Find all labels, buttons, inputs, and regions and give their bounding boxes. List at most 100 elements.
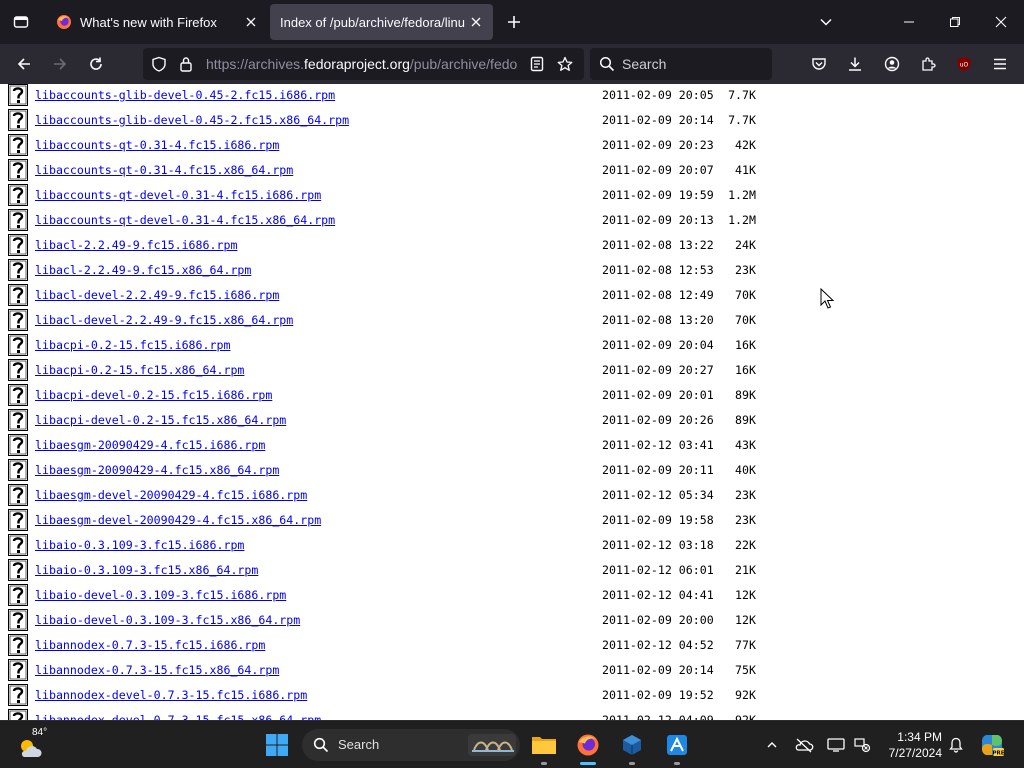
list-all-tabs-button[interactable]: [812, 0, 840, 44]
unknown-file-icon: [8, 684, 28, 706]
back-button[interactable]: [8, 48, 40, 80]
weather-widget[interactable]: 84°: [18, 727, 52, 761]
bookmark-star-button[interactable]: [555, 54, 575, 74]
file-link[interactable]: libacpi-0.2-15.fc15.x86_64.rpm: [35, 363, 244, 377]
file-link[interactable]: libaccounts-qt-0.31-4.fc15.i686.rpm: [35, 138, 279, 152]
file-link[interactable]: libannodex-0.7.3-15.fc15.x86_64.rpm: [35, 663, 279, 677]
app-menu-button[interactable]: [984, 48, 1016, 80]
firefox-view-icon: [13, 16, 29, 28]
file-link[interactable]: libaesgm-devel-20090429-4.fc15.i686.rpm: [35, 488, 307, 502]
account-button[interactable]: [876, 48, 908, 80]
file-link[interactable]: libaio-0.3.109-3.fc15.i686.rpm: [35, 538, 244, 552]
listing-row: libacl-devel-2.2.49-9.fc15.x86_64.rpm 201…: [0, 309, 1024, 334]
file-link[interactable]: libaccounts-qt-devel-0.31-4.fc15.i686.rp…: [35, 188, 321, 202]
taskbar-search[interactable]: Search: [302, 729, 520, 761]
downloads-button[interactable]: [839, 48, 871, 80]
unknown-file-icon: [8, 709, 28, 720]
app-button[interactable]: [659, 727, 695, 765]
file-link[interactable]: libaio-devel-0.3.109-3.fc15.i686.rpm: [35, 588, 286, 602]
reload-button[interactable]: [80, 48, 112, 80]
file-link[interactable]: libacpi-0.2-15.fc15.i686.rpm: [35, 338, 230, 352]
listing-row: libannodex-devel-0.7.3-15.fc15.i686.rpm 2…: [0, 684, 1024, 709]
listing-row: libaccounts-qt-devel-0.31-4.fc15.x86_64.…: [0, 209, 1024, 234]
unknown-file-icon: [8, 434, 28, 456]
firefox-taskbar-button[interactable]: [570, 727, 606, 765]
show-hidden-icons-button[interactable]: [760, 733, 784, 757]
last-modified: 2011-02-09 20:14: [602, 663, 714, 677]
file-size: 41K: [735, 163, 756, 177]
copilot-button[interactable]: PRE: [978, 731, 1006, 759]
virtualbox-button[interactable]: [614, 727, 650, 765]
file-link[interactable]: libacl-2.2.49-9.fc15.x86_64.rpm: [35, 263, 251, 277]
unknown-file-icon: [8, 459, 28, 481]
file-size: 70K: [735, 288, 756, 302]
reader-view-button[interactable]: [527, 54, 547, 74]
forward-button[interactable]: [44, 48, 76, 80]
file-size: 77K: [735, 638, 756, 652]
monitor-icon: [827, 738, 845, 752]
pocket-button[interactable]: [803, 48, 835, 80]
file-link[interactable]: libaio-devel-0.3.109-3.fc15.x86_64.rpm: [35, 613, 300, 627]
file-link[interactable]: libaesgm-devel-20090429-4.fc15.x86_64.rp…: [35, 513, 321, 527]
file-link[interactable]: libacl-2.2.49-9.fc15.i686.rpm: [35, 238, 237, 252]
file-link[interactable]: libannodex-0.7.3-15.fc15.i686.rpm: [35, 638, 265, 652]
file-link[interactable]: libacl-devel-2.2.49-9.fc15.i686.rpm: [35, 288, 279, 302]
windows-logo-icon: [266, 734, 288, 756]
unknown-file-icon: [8, 184, 28, 206]
listing-row: libaccounts-qt-devel-0.31-4.fc15.i686.rp…: [0, 184, 1024, 209]
firefox-view-button[interactable]: [0, 0, 42, 44]
taskbar: 84° Search 1:34 PM 7/27/2024 PRE: [0, 720, 1024, 768]
unknown-file-icon: [8, 159, 28, 181]
new-tab-button[interactable]: [502, 10, 526, 34]
close-tab-button[interactable]: [465, 11, 487, 33]
file-link[interactable]: libannodex-devel-0.7.3-15.fc15.x86_64.rp…: [35, 713, 321, 720]
file-size: 23K: [735, 488, 756, 502]
file-link[interactable]: libaccounts-glib-devel-0.45-2.fc15.x86_6…: [35, 113, 349, 127]
network-tray-icon[interactable]: [850, 733, 874, 757]
notifications-button[interactable]: [944, 733, 968, 757]
url-text[interactable]: https://archives.fedoraproject.org/pub/a…: [206, 48, 518, 80]
minimize-button[interactable]: [886, 0, 932, 44]
search-bar[interactable]: Search: [590, 48, 772, 80]
file-size: 16K: [735, 338, 756, 352]
close-window-button[interactable]: [978, 0, 1024, 44]
file-link[interactable]: libaccounts-glib-devel-0.45-2.fc15.i686.…: [35, 88, 335, 102]
system-clock[interactable]: 1:34 PM 7/27/2024: [878, 729, 942, 761]
listing-row: libacl-2.2.49-9.fc15.i686.rpm 2011-02-08 …: [0, 234, 1024, 259]
last-modified: 2011-02-09 20:00: [602, 613, 714, 627]
file-link[interactable]: libaesgm-20090429-4.fc15.i686.rpm: [35, 438, 265, 452]
file-link[interactable]: libaccounts-qt-0.31-4.fc15.x86_64.rpm: [35, 163, 293, 177]
file-link[interactable]: libannodex-devel-0.7.3-15.fc15.i686.rpm: [35, 688, 307, 702]
onedrive-tray-icon[interactable]: [792, 733, 816, 757]
unknown-file-icon: [8, 109, 28, 131]
running-indicator: [580, 762, 596, 765]
listing-row: libaccounts-qt-0.31-4.fc15.i686.rpm 2011-…: [0, 134, 1024, 159]
file-link[interactable]: libacpi-devel-0.2-15.fc15.x86_64.rpm: [35, 413, 286, 427]
display-tray-icon[interactable]: [824, 733, 848, 757]
file-link[interactable]: libacl-devel-2.2.49-9.fc15.x86_64.rpm: [35, 313, 293, 327]
extensions-button[interactable]: [912, 48, 944, 80]
tab-whats-new[interactable]: What's new with Firefox: [46, 4, 268, 40]
puzzle-icon: [922, 57, 936, 71]
file-link[interactable]: libaio-0.3.109-3.fc15.x86_64.rpm: [35, 563, 258, 577]
listing-row: libaesgm-devel-20090429-4.fc15.i686.rpm 2…: [0, 484, 1024, 509]
lock-icon: [180, 57, 192, 72]
file-size: 16K: [735, 363, 756, 377]
restore-button[interactable]: [932, 0, 978, 44]
address-bar[interactable]: https://archives.fedoraproject.org/pub/a…: [143, 48, 584, 80]
file-explorer-button[interactable]: [526, 727, 562, 765]
running-indicator: [541, 762, 547, 765]
last-modified: 2011-02-09 20:23: [602, 138, 714, 152]
close-tab-button[interactable]: [240, 11, 262, 33]
file-link[interactable]: libaesgm-20090429-4.fc15.x86_64.rpm: [35, 463, 279, 477]
file-link[interactable]: libaccounts-qt-devel-0.31-4.fc15.x86_64.…: [35, 213, 335, 227]
unknown-file-icon: [8, 409, 28, 431]
ublock-origin-button[interactable]: uO: [948, 48, 980, 80]
file-link[interactable]: libacpi-devel-0.2-15.fc15.i686.rpm: [35, 388, 272, 402]
close-icon: [471, 17, 481, 27]
tab-index-of-pub[interactable]: Index of /pub/archive/fedora/linux/: [270, 4, 493, 40]
network-icon: [854, 738, 871, 753]
chevron-down-icon: [820, 18, 832, 26]
start-button[interactable]: [259, 727, 295, 763]
url-path: /pub/archive/fedora/linux/: [409, 56, 518, 72]
